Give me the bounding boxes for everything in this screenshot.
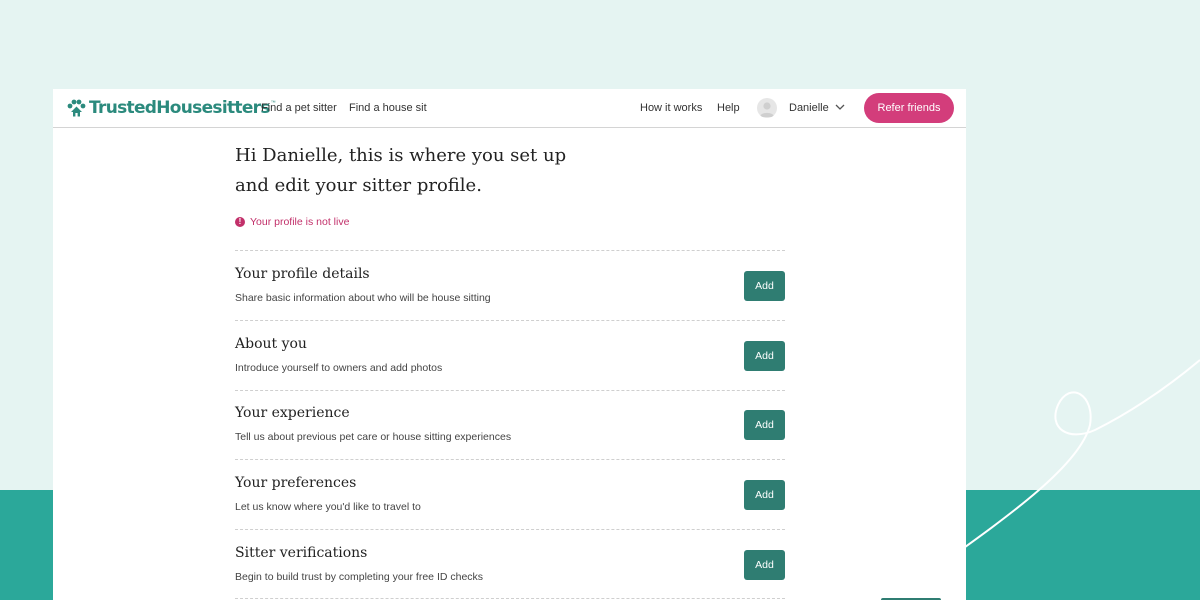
add-experience-button[interactable]: Add <box>744 410 785 440</box>
chevron-down-icon[interactable] <box>835 104 845 111</box>
nav-help[interactable]: Help <box>717 101 740 115</box>
refer-friends-button[interactable]: Refer friends <box>864 93 954 123</box>
section-divider <box>235 598 785 599</box>
brand-logo[interactable]: TrustedHousesitters ™ <box>66 97 276 119</box>
section-title-profile-details: Your profile details <box>235 266 370 282</box>
nav-find-house-sit[interactable]: Find a house sit <box>349 101 427 115</box>
page-title: Hi Danielle, this is where you set up an… <box>235 141 655 201</box>
section-desc-verifications: Begin to build trust by completing your … <box>235 571 484 583</box>
section-desc-preferences: Let us know where you'd like to travel t… <box>235 501 421 513</box>
section-title-preferences: Your preferences <box>235 475 357 491</box>
user-name[interactable]: Danielle <box>789 101 829 115</box>
section-desc-about-you: Introduce yourself to owners and add pho… <box>235 362 443 374</box>
section-divider <box>235 250 785 251</box>
section-divider <box>235 529 785 530</box>
profile-status-text: Your profile is not live <box>250 216 350 228</box>
paw-icon <box>67 99 86 117</box>
add-verifications-button[interactable]: Add <box>744 550 785 580</box>
add-about-you-button[interactable]: Add <box>744 341 785 371</box>
section-title-experience: Your experience <box>235 405 350 421</box>
browser-window: TrustedHousesitters ™ Find a pet sitter … <box>53 89 966 600</box>
add-profile-details-button[interactable]: Add <box>744 271 785 301</box>
add-preferences-button[interactable]: Add <box>744 480 785 510</box>
page-title-line-2: and edit your sitter profile. <box>235 175 482 196</box>
user-silhouette-icon <box>760 102 774 117</box>
section-title-verifications: Sitter verifications <box>235 545 368 561</box>
section-divider <box>235 390 785 391</box>
top-navigation-bar: TrustedHousesitters ™ Find a pet sitter … <box>53 89 966 128</box>
nav-find-pet-sitter[interactable]: Find a pet sitter <box>261 101 337 115</box>
section-divider <box>235 320 785 321</box>
avatar[interactable] <box>757 98 777 118</box>
section-title-about-you: About you <box>235 336 307 352</box>
nav-how-it-works[interactable]: How it works <box>640 101 702 115</box>
exclamation-icon: ! <box>235 217 245 227</box>
section-divider <box>235 459 785 460</box>
section-desc-profile-details: Share basic information about who will b… <box>235 292 491 304</box>
section-desc-experience: Tell us about previous pet care or house… <box>235 431 512 443</box>
profile-status: ! Your profile is not live <box>235 216 349 228</box>
page-title-line-1: Hi Danielle, this is where you set up <box>235 145 567 166</box>
brand-name: TrustedHousesitters <box>89 98 270 118</box>
decorative-swirl <box>940 359 1200 566</box>
